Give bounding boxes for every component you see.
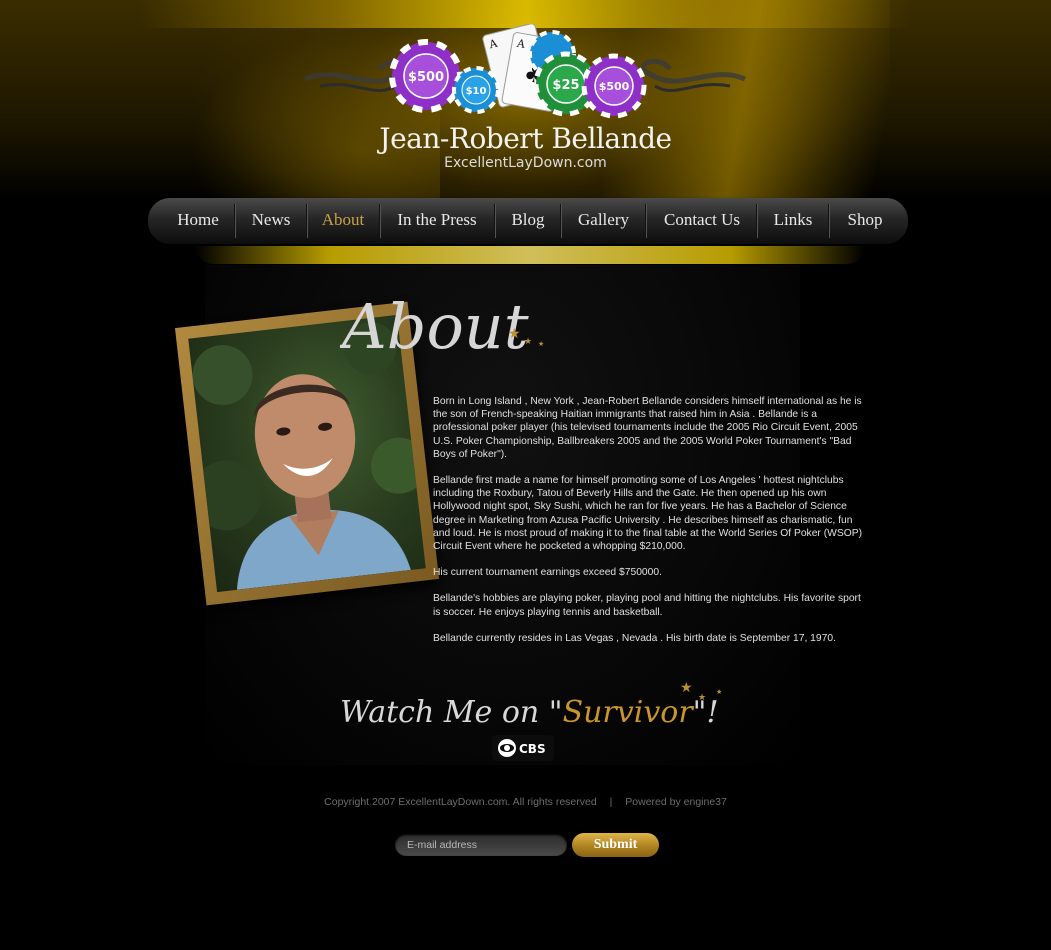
svg-text:★: ★ [698,693,706,703]
footer-separator: | [609,796,613,808]
powered-by-link[interactable]: Powered by engine37 [625,796,727,808]
chip-500-left: $500 [389,39,463,113]
svg-text:About: About [340,290,529,363]
cbs-logo[interactable]: CBS [492,735,554,761]
logo-chips-cards-icon: A ♠ A ♣ $500 $10 $25 [304,24,746,119]
copyright-text: Copyright 2007 ExcellentLayDown.com. All… [324,796,597,808]
bio-paragraph: His current tournament earnings exceed $… [433,567,662,579]
svg-text:★: ★ [524,337,532,347]
survivor-promo-heading: Watch Me on "Survivor"! ★ ★ ★ [340,680,722,730]
nav-underglow [195,246,865,264]
nav-item-links[interactable]: Links [758,198,828,244]
svg-text:★: ★ [538,340,544,348]
biography-text: Born in Long Island , New York , Jean-Ro… [433,395,865,658]
main-nav: Home News About In the Press Blog Galler… [148,198,908,244]
submit-button[interactable]: Submit [572,833,659,857]
cbs-eye-icon: CBS [498,739,546,757]
email-field[interactable] [395,834,567,856]
bio-paragraph: Bellande currently resides in Las Vegas … [433,632,836,644]
svg-text:$10: $10 [466,86,487,97]
nav-item-shop[interactable]: Shop [830,198,900,244]
svg-text:$500: $500 [408,70,444,85]
svg-text:★: ★ [680,680,693,696]
bio-paragraph: Bellande first made a name for himself p… [433,475,863,553]
svg-text:★: ★ [716,688,722,696]
svg-text:$25: $25 [552,78,579,93]
svg-text:CBS: CBS [519,742,546,756]
nav-item-contact-us[interactable]: Contact Us [647,198,757,244]
copyright-line: Copyright 2007 ExcellentLayDown.com. All… [0,796,1051,808]
site-domain: ExcellentLayDown.com [444,155,607,171]
site-name: Jean-Robert Bellande [379,122,672,155]
bio-paragraph: Born in Long Island , New York , Jean-Ro… [433,396,862,460]
nav-item-home[interactable]: Home [162,198,234,244]
nav-item-news[interactable]: News [236,198,306,244]
nav-item-about[interactable]: About [308,198,378,244]
nav-item-gallery[interactable]: Gallery [562,198,645,244]
about-heading: About ★ ★ ★ [340,290,544,363]
svg-text:★: ★ [508,326,521,342]
site-header: A ♠ A ♣ $500 $10 $25 [0,0,1051,200]
svg-text:Watch Me on "Survivor"!: Watch Me on "Survivor"! [340,695,719,730]
nav-item-blog[interactable]: Blog [496,198,560,244]
svg-text:$500: $500 [599,80,630,93]
nav-item-in-the-press[interactable]: In the Press [381,198,493,244]
bio-paragraph: Bellande's hobbies are playing poker, pl… [433,593,861,618]
